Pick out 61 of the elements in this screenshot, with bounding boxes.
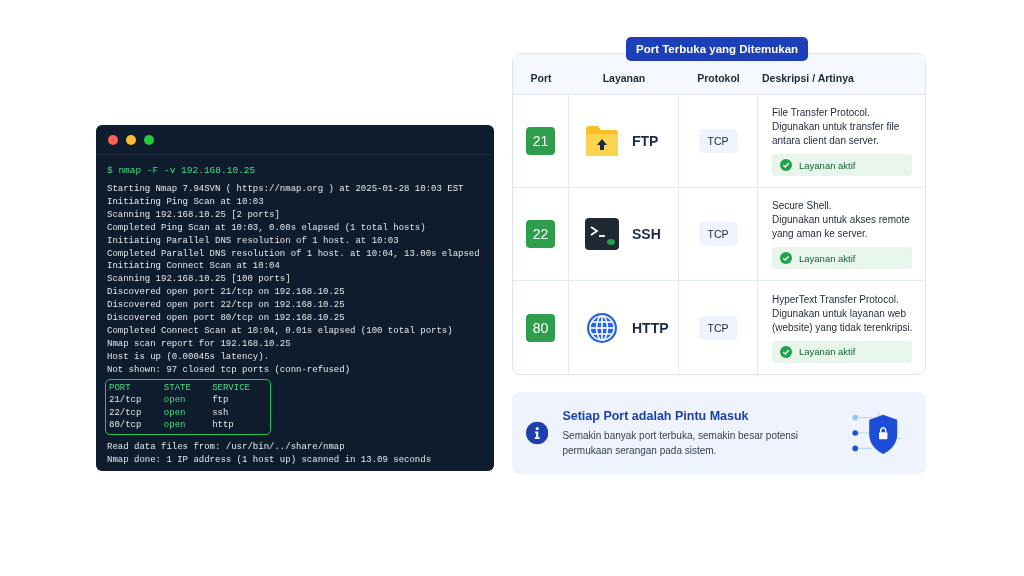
terminal-line: Nmap scan report for 192.168.10.25	[107, 337, 292, 351]
service-name: HTTP	[632, 319, 669, 336]
service-name: SSH	[632, 226, 661, 242]
description-text: Digunakan untuk layanan web (website) yang tidak terenkripsi.	[772, 306, 913, 335]
terminal-line: Scanning 192.168.10.25 [2 ports]	[107, 208, 281, 222]
terminal-line: Completed Ping Scan at 10:03, 0.00s elapsed (1 total hosts)	[107, 221, 427, 235]
check-icon	[780, 252, 792, 264]
protocol-badge: TCP	[698, 315, 738, 340]
terminal-line: Initiating Parallel DNS resolution of 1 host. at 10:03	[107, 234, 400, 248]
column-header: Deskripsi / Artinya	[758, 54, 925, 95]
port-table-cell-text: 22/tcp	[109, 406, 143, 420]
port-badge: 80	[525, 313, 556, 342]
port-badge: 22	[525, 220, 556, 248]
column-header: Layanan	[569, 54, 679, 95]
terminal-command: $ nmap -F -v 192.168.10.25	[107, 165, 257, 176]
port-table-cell-text: http	[212, 419, 235, 432]
column-header: Port	[513, 54, 569, 95]
terminal-line: Discovered open port 21/tcp on 192.168.10.25	[107, 286, 346, 300]
check-icon	[780, 345, 792, 358]
port-table-cell-text: 80/tcp	[109, 419, 143, 432]
status-text: Layanan aktif	[799, 159, 856, 171]
terminal-line: Starting Nmap 7.94SVN ( https://nmap.org ) at 2025-01-28 10:03 EST	[107, 183, 465, 196]
terminal-line: Initiating Ping Scan at 10:03	[107, 195, 265, 209]
port-table-cell-text: ssh	[212, 406, 230, 420]
terminal-line: Initiating Connect Scan at 10:04	[107, 260, 281, 274]
terminal-line: Not shown: 97 closed tcp ports (conn-refused)	[107, 363, 352, 377]
info-text: Semakin banyak port terbuka, semakin besar potensi permukaan serangan pada sistem.	[562, 428, 800, 458]
panel-title: Port Terbuka yang Ditemukan	[626, 37, 809, 61]
description-text: Digunakan untuk transfer file antara client dan server.	[772, 120, 901, 148]
terminal-line: Read data files from: /usr/bin/../share/nmap	[107, 440, 346, 454]
description-text: Digunakan untuk akses remote yang aman ke server.	[772, 213, 911, 241]
service-name: FTP	[632, 133, 659, 149]
port-table-cell-text: open	[163, 406, 187, 420]
port-table-cell-text: ftp	[212, 394, 230, 407]
protocol-badge: TCP	[698, 222, 738, 246]
window-controls-icon	[107, 133, 157, 146]
port-table-header: PORT	[109, 381, 132, 395]
port-table-cell-text: open	[163, 419, 187, 432]
port-badge: 21	[525, 127, 556, 155]
status-text: Layanan aktif	[799, 346, 856, 357]
terminal-line: Nmap done: 1 IP address (1 host up) scanned in 13.09 seconds	[107, 453, 433, 467]
terminal-icon	[585, 218, 619, 250]
protocol-badge: TCP	[698, 129, 738, 153]
description-text: HyperText Transfer Protocol.	[772, 292, 899, 307]
globe-icon	[585, 310, 619, 345]
port-table-cell-text: open	[163, 394, 187, 407]
check-icon	[780, 159, 792, 171]
port-table-cell-text: 21/tcp	[109, 394, 143, 407]
terminal-line: Discovered open port 80/tcp on 192.168.10.25	[107, 312, 346, 325]
terminal-line: Discovered open port 22/tcp on 192.168.10.25	[107, 299, 346, 313]
terminal-line: Host is up (0.00045s latency).	[107, 350, 271, 364]
description-text: Secure Shell.	[772, 199, 832, 213]
status-text: Layanan aktif	[799, 252, 856, 264]
terminal-line: Completed Parallel DNS resolution of 1 host. at 10:04, 13.00s elapsed	[107, 247, 481, 261]
terminal-line: Scanning 192.168.10.25 [100 ports]	[107, 273, 292, 287]
terminal-line: Completed Connect Scan at 10:04, 0.01s elapsed (100 total ports)	[107, 324, 454, 338]
folder-icon	[585, 125, 619, 157]
description-text: File Transfer Protocol.	[772, 106, 870, 120]
info-title: Setiap Port adalah Pintu Masuk	[562, 408, 750, 423]
port-table-header: SERVICE	[212, 381, 251, 395]
port-table-header: STATE	[163, 381, 192, 395]
